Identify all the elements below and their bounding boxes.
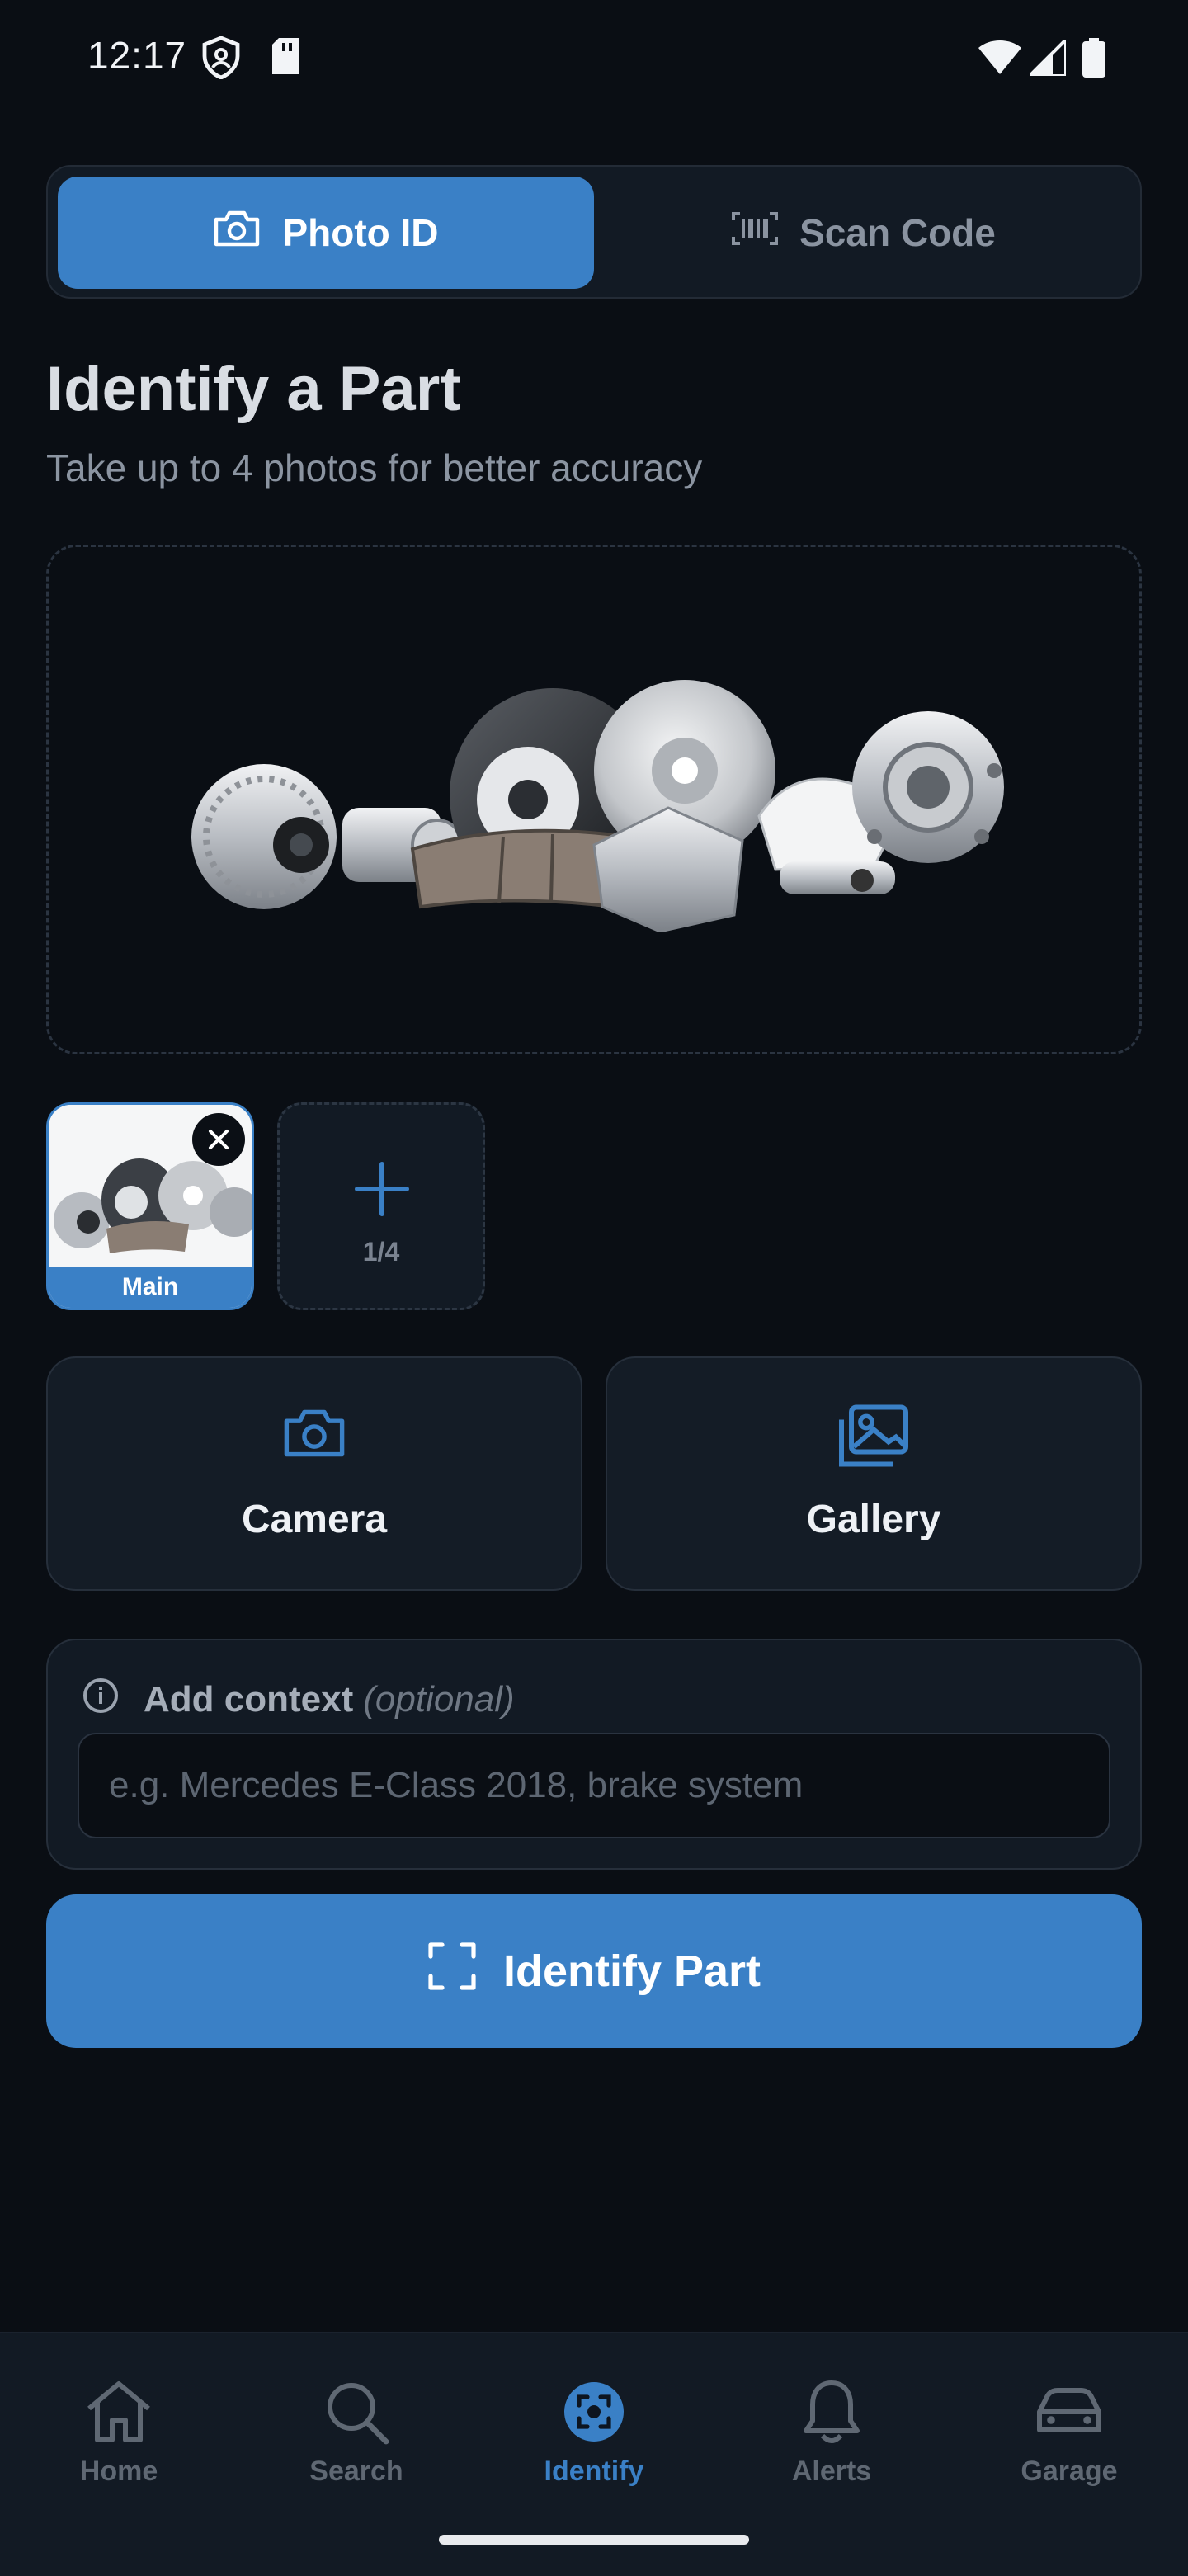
identify-part-button[interactable]: Identify Part: [46, 1894, 1142, 2048]
search-icon: [238, 2375, 475, 2449]
nav-item-identify[interactable]: Identify: [475, 2375, 713, 2488]
gallery-icon: [607, 1404, 1140, 1467]
context-optional-label: (optional): [363, 1679, 515, 1720]
add-photo-slot[interactable]: 1/4: [277, 1102, 485, 1310]
tab-scan-code[interactable]: Scan Code: [596, 177, 1132, 289]
tab-scan-code-label: Scan Code: [799, 211, 996, 254]
mode-segmented-control: Photo ID Scan Code: [46, 165, 1142, 299]
info-icon: [82, 1677, 119, 1723]
nav-item-home[interactable]: Home: [0, 2375, 238, 2488]
nav-label-identify: Identify: [544, 2456, 644, 2487]
photo-count: 1/4: [362, 1237, 400, 1267]
photo-preview-area[interactable]: [46, 545, 1142, 1054]
auto-parts-image: [191, 680, 1004, 932]
tab-photo-id[interactable]: Photo ID: [58, 177, 594, 289]
context-card: Add context (optional): [46, 1639, 1142, 1870]
car-icon: [950, 2375, 1188, 2449]
sd-card-icon: [269, 36, 302, 80]
gallery-label: Gallery: [806, 1498, 941, 1541]
scan-frame-icon: [427, 1941, 503, 2002]
nav-item-garage[interactable]: Garage: [950, 2375, 1188, 2488]
context-header: Add context (optional): [82, 1675, 515, 1724]
nav-label-garage: Garage: [1021, 2456, 1118, 2487]
home-icon: [0, 2375, 238, 2449]
status-bar: 12:17: [0, 0, 1188, 116]
remove-photo-button[interactable]: [192, 1113, 245, 1166]
nav-label-home: Home: [79, 2456, 158, 2487]
wifi-icon: [978, 40, 1021, 80]
camera-icon: [48, 1408, 581, 1459]
page-title: Identify a Part: [46, 354, 461, 424]
camera-icon: [213, 210, 282, 257]
nav-label-search: Search: [309, 2456, 403, 2487]
nav-item-search[interactable]: Search: [238, 2375, 475, 2488]
main-photo-label: Main: [49, 1267, 252, 1308]
bell-icon: [713, 2375, 950, 2449]
page-subtitle: Take up to 4 photos for better accuracy: [46, 446, 703, 489]
identify-part-label: Identify Part: [502, 1946, 761, 1996]
context-label: Add context: [144, 1679, 354, 1720]
tab-photo-id-label: Photo ID: [282, 211, 439, 254]
status-time: 12:17: [87, 34, 187, 77]
camera-label: Camera: [241, 1498, 388, 1541]
nav-item-alerts[interactable]: Alerts: [713, 2375, 950, 2488]
gallery-button[interactable]: Gallery: [606, 1356, 1142, 1591]
shield-icon: [201, 35, 241, 83]
signal-icon: [1025, 35, 1068, 80]
close-icon: [209, 1130, 229, 1149]
barcode-icon: [732, 210, 799, 256]
context-input[interactable]: [78, 1733, 1110, 1838]
home-indicator[interactable]: [439, 2535, 749, 2545]
plus-icon: [354, 1161, 410, 1221]
camera-button[interactable]: Camera: [46, 1356, 582, 1591]
battery-icon: [1082, 38, 1106, 82]
nav-label-alerts: Alerts: [791, 2456, 872, 2487]
identify-icon: [475, 2375, 713, 2449]
photo-thumbnail-main[interactable]: Main: [46, 1102, 254, 1310]
